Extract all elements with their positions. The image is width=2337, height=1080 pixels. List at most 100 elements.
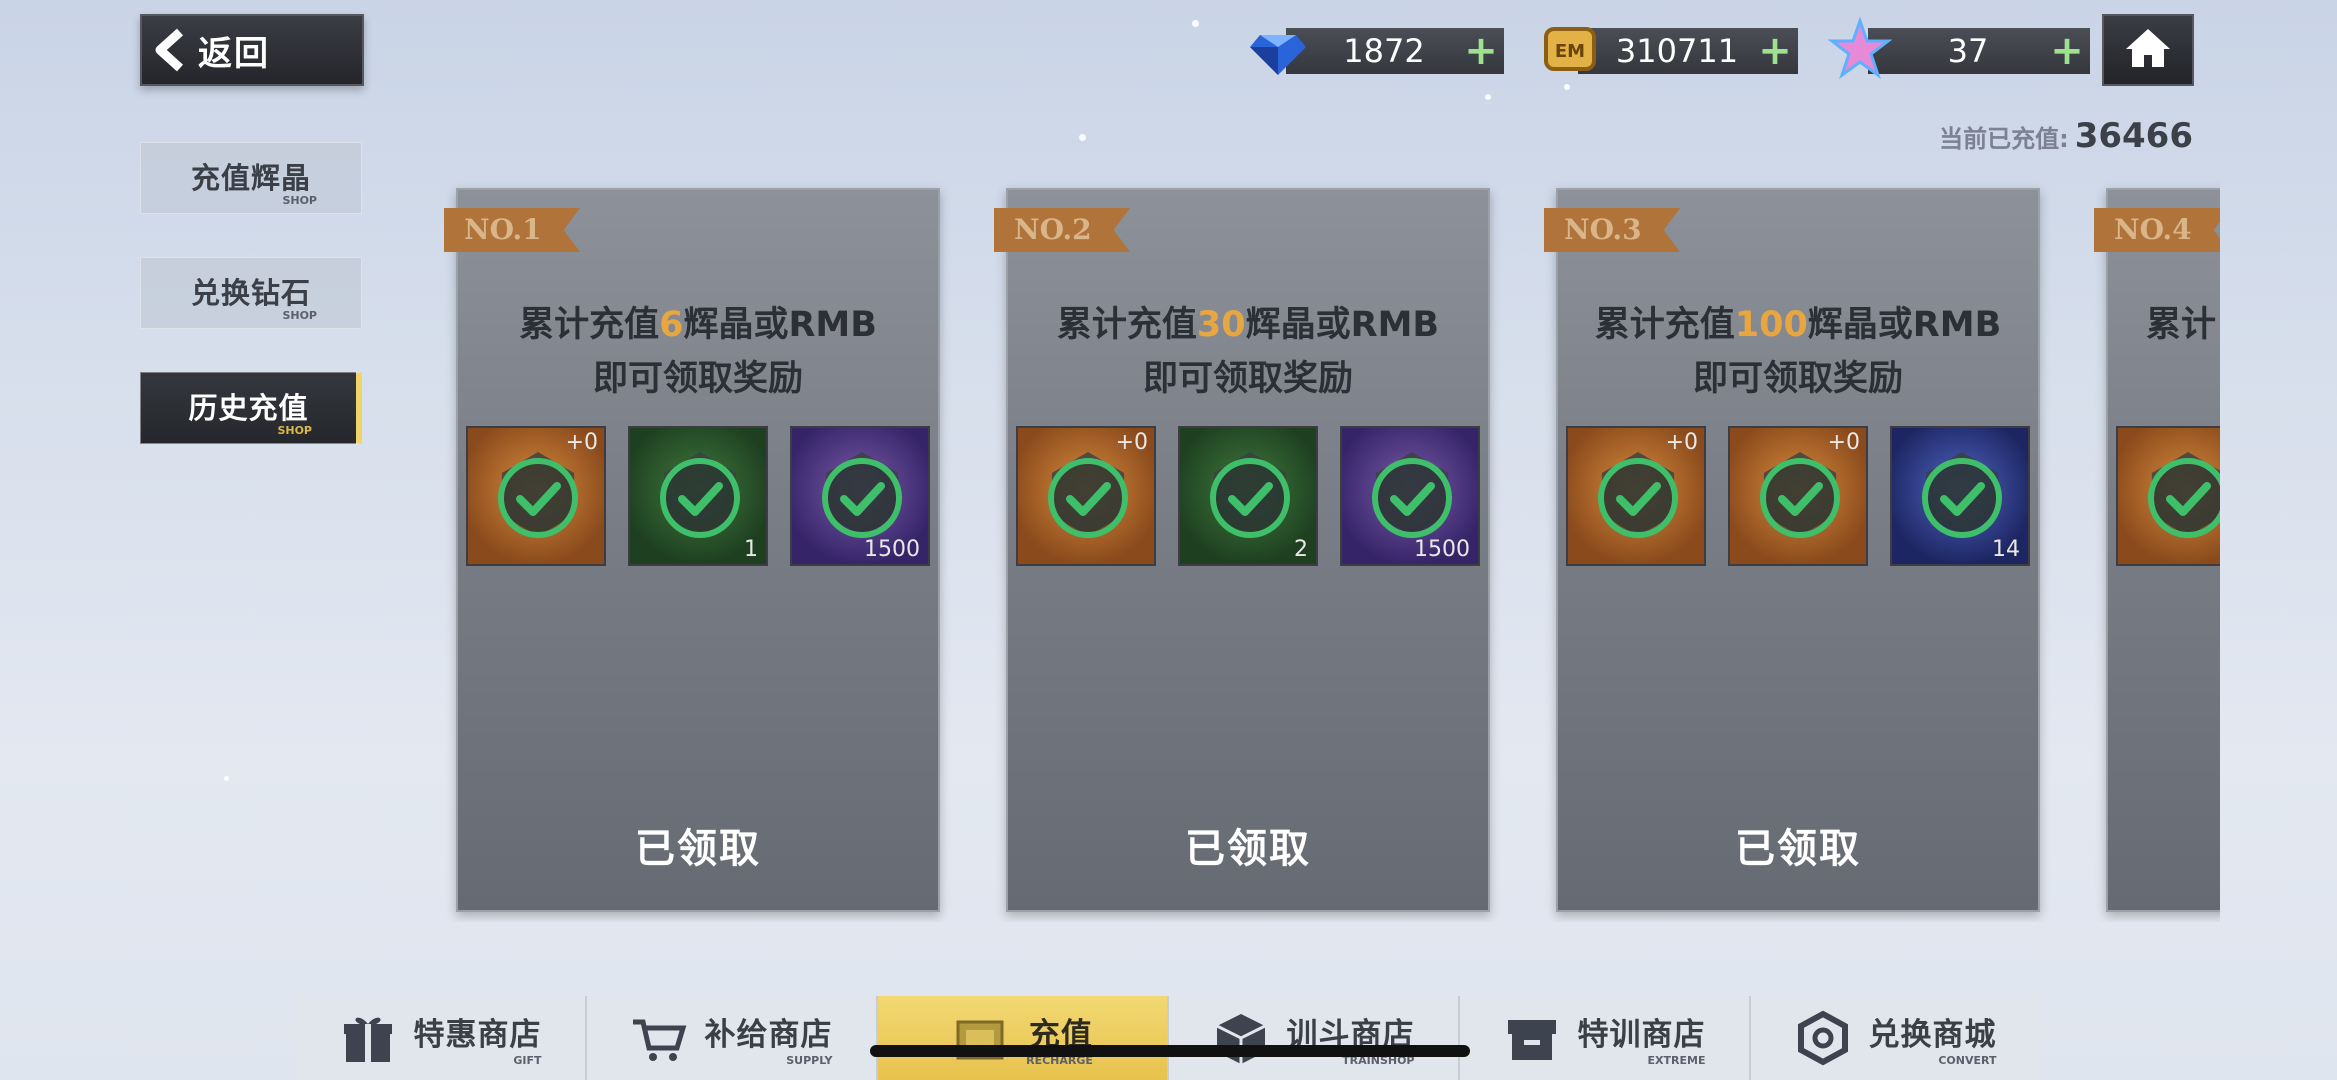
reward-item[interactable]: 1 [628,426,768,566]
snow-particle [1079,134,1086,141]
reward-card: NO.2 累计充值30辉晶或RMB 即可领取奖励 +0 2 1500 已领取 [994,188,1490,912]
sidebar-item-history-recharge[interactable]: 历史充值 SHOP [140,372,362,444]
tab-train-shop[interactable]: 训斗商店 TRAINSHOP [1169,996,1460,1080]
cart-icon [632,1019,686,1061]
tab-extreme-shop[interactable]: 特训商店 EXTREME [1460,996,1751,1080]
reward-item[interactable] [2116,426,2220,566]
reward-item[interactable]: 14 [1890,426,2030,566]
item-level: +0 [1115,430,1148,455]
tab-supply-shop[interactable]: 补给商店 SUPPLY [587,996,878,1080]
item-count: 1500 [864,537,920,562]
star-count: 37 [1947,32,1989,70]
item-level: +0 [1827,430,1860,455]
reward-items: +0 2 1500 [1016,426,1480,566]
condition-suffix: 辉晶或RMB [683,305,877,345]
recharged-label: 当前已充值: [1939,125,2069,153]
convert-icon [1797,1010,1848,1066]
reward-items [2116,426,2220,566]
check-icon [2148,458,2220,538]
condition-line2: 即可领取奖励 [592,359,803,399]
recharged-total: 当前已充值: 36466 [1939,116,2193,156]
item-count: 1 [744,537,758,562]
sidebar-item-label: 充值辉晶 [190,161,311,195]
home-icon [2124,27,2172,73]
tab-gift-shop[interactable]: 特惠商店 GIFT [296,996,587,1080]
add-em-coin-button[interactable]: + [1752,28,1798,74]
tab-sub: EXTREME [1647,1054,1706,1067]
sidebar-item-sub: SHOP [282,194,317,207]
reward-items: +0 +0 14 [1566,426,2030,566]
item-count: 14 [1992,537,2020,562]
home-button[interactable] [2102,14,2194,86]
tab-label: 特惠商店 [413,1017,542,1053]
item-count: 1500 [1414,537,1470,562]
home-indicator[interactable] [870,1045,1470,1057]
svg-text:EM: EM [1555,41,1585,62]
sidebar-item-sub: SHOP [282,309,317,322]
condition-amount: 6 [659,305,684,345]
check-icon [1922,458,2002,538]
add-diamond-button[interactable]: + [1458,28,1504,74]
condition-suffix: 辉晶或RMB [1245,305,1440,345]
tab-recharge[interactable]: 充值 RECHARGE [878,996,1169,1080]
diamond-icon [1246,17,1310,81]
box-icon [1507,1020,1556,1060]
claimed-status: 已领取 [635,826,761,872]
reward-card: NO.4 累计 [2094,188,2220,912]
check-icon [660,458,740,538]
gift-icon [343,1017,392,1062]
check-icon [1760,458,1840,538]
check-icon [822,458,902,538]
condition-prefix: 累 [2146,305,2182,345]
reward-item[interactable]: 2 [1178,426,1318,566]
star-icon [1827,16,1893,81]
reward-item[interactable]: 1500 [790,426,930,566]
tab-convert-mall[interactable]: 兑换商城 CONVERT [1751,996,2040,1080]
em-coin-count: 310711 [1615,32,1739,70]
condition-prefix: 累计充值 [1056,305,1197,345]
tab-label: 兑换商城 [1868,1017,1997,1053]
reward-item[interactable]: 1500 [1340,426,1480,566]
bottom-tab-bar: 特惠商店 GIFT 补给商店 SUPPLY 充值 RECHARGE 训斗商店 TRAIN… [296,996,2040,1080]
sidebar-item-label: 兑换钻石 [190,276,311,310]
chevron-left-icon [142,14,198,86]
snow-particle [224,776,229,781]
sidebar-item-exchange-diamond[interactable]: 兑换钻石 SHOP [140,257,362,329]
condition-prefix: 累计充值 [1594,305,1735,345]
tab-sub: GIFT [513,1054,542,1067]
back-button[interactable]: 返回 [140,14,364,86]
check-icon [1372,458,1452,538]
diamond-count: 1872 [1343,32,1425,70]
condition-suffix: 辉晶或RMB [1807,305,2002,345]
add-star-button[interactable]: + [2044,28,2090,74]
check-icon [1598,458,1678,538]
claimed-status: 已领取 [1185,826,1311,872]
rank-ribbon: NO.4 [2094,208,2220,252]
condition-prefix: 累计充值 [519,305,660,345]
reward-condition: 累计 [2108,298,2220,352]
currency-star: 37 + [1827,16,2090,79]
snow-particle [1564,84,1570,90]
reward-card-list[interactable]: NO.1 累计充值6辉晶或RMB 即可领取奖励 +0 1 1500 已领取 NO… [440,170,2220,922]
tab-sub: SUPPLY [786,1054,833,1067]
item-level: +0 [565,430,598,455]
reward-item[interactable]: +0 [466,426,606,566]
back-label: 返回 [198,33,270,74]
snow-particle [1192,20,1199,27]
reward-condition: 累计充值6辉晶或RMB 即可领取奖励 [458,298,938,406]
reward-item[interactable]: +0 [1728,426,1868,566]
rank-ribbon: NO.2 [994,208,1130,252]
reward-item[interactable]: +0 [1016,426,1156,566]
reward-item[interactable]: +0 [1566,426,1706,566]
item-level: +0 [1665,430,1698,455]
reward-card: NO.3 累计充值100辉晶或RMB 即可领取奖励 +0 +0 14 已领取 [1544,188,2040,912]
rank-ribbon: NO.3 [1544,208,1680,252]
snow-particle [1485,94,1491,100]
em-coin-icon: EM [1538,17,1602,81]
condition-line2: 即可领取奖励 [1142,359,1353,399]
tab-sub: CONVERT [1938,1054,1997,1067]
tab-label: 特训商店 [1577,1017,1706,1053]
parcel-icon [1215,1014,1266,1064]
reward-card: NO.1 累计充值6辉晶或RMB 即可领取奖励 +0 1 1500 已领取 [444,188,940,912]
sidebar-item-recharge-crystal[interactable]: 充值辉晶 SHOP [140,142,362,214]
